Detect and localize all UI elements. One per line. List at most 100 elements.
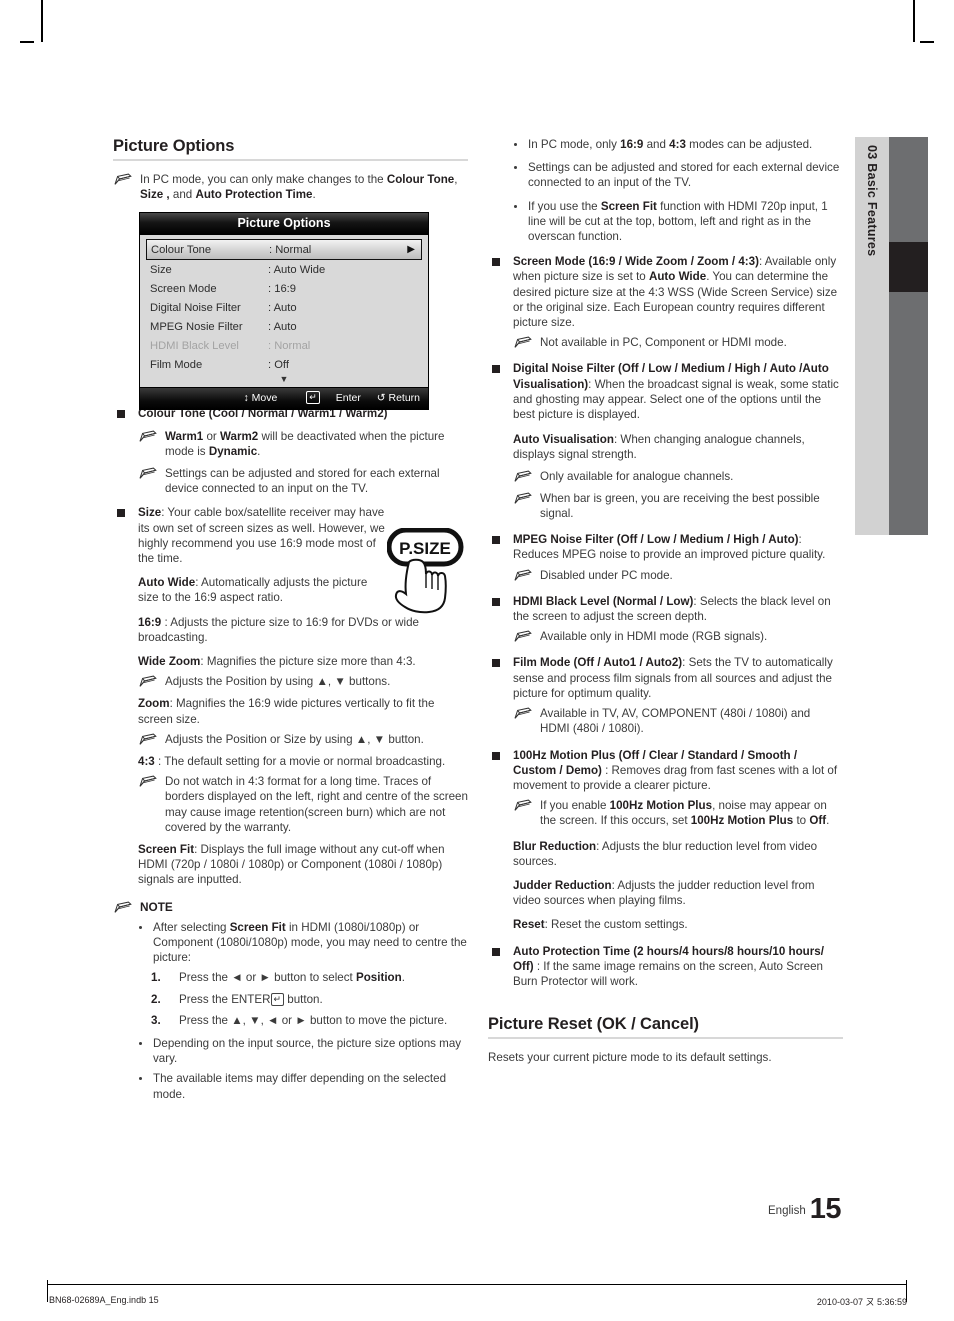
- osd-value: : Auto: [268, 320, 297, 333]
- screen-mode-bold: Screen Mode (16:9 / Wide Zoom / Zoom / 4…: [513, 255, 759, 269]
- osd-row-size[interactable]: Size : Auto Wide: [146, 260, 422, 279]
- intro-note-b1: Colour Tone: [386, 173, 455, 186]
- osd-footer: ↕ Move ↵ Enter ↺ Return: [140, 387, 428, 409]
- osd-label: Colour Tone: [151, 243, 212, 256]
- pencil-note-icon: [138, 430, 158, 443]
- step2-t1: Press the ENTER: [179, 992, 271, 1006]
- square-bullet-icon: [492, 947, 500, 956]
- right-bullet-3: If you use the Screen Fit function with …: [508, 199, 843, 245]
- size-text: : Your cable box/satellite receiver may …: [138, 506, 385, 566]
- zoom-text: : Magnifies the 16:9 wide pictures verti…: [138, 697, 435, 726]
- osd-row-screen-mode[interactable]: Screen Mode : 16:9: [146, 279, 422, 298]
- tv-osd-picture-options: Picture Options Colour Tone : Normal ▶ S…: [139, 212, 429, 410]
- osd-enter-hint: ↵ Enter: [293, 391, 361, 404]
- osd-move-hint: ↕ Move: [243, 392, 278, 404]
- chevron-right-icon[interactable]: ▶: [407, 244, 417, 255]
- enter-key-icon: ↵: [306, 391, 320, 404]
- pencil-note-icon: [138, 775, 158, 788]
- title-rule: [113, 159, 468, 161]
- pencil-note-icon: [138, 675, 158, 688]
- rb3-b1: Screen Fit: [600, 199, 657, 213]
- fm-bold: Film Mode (Off / Auto1 / Auto2): [513, 656, 683, 670]
- right-column: In PC mode, only 16:9 and 4:3 modes can …: [488, 137, 843, 1074]
- step3-t1: Press the ▲, ▼, ◄ or ► button to move th…: [179, 1013, 448, 1027]
- footer-file-name: BN68-02689A_Eng.indb 15: [49, 1295, 159, 1305]
- osd-row-digital-noise-filter[interactable]: Digital Noise Filter : Auto: [146, 298, 422, 317]
- hbl-note-text: Available only in HDMI mode (RGB signals…: [540, 630, 768, 644]
- crop-mark-top-left-horizontal: [20, 41, 34, 43]
- osd-value: : Normal: [269, 243, 312, 256]
- right-bullet-1: In PC mode, only 16:9 and 4:3 modes can …: [508, 137, 843, 152]
- osd-label: Screen Mode: [150, 282, 217, 295]
- mp-note-t1: If you enable: [540, 799, 610, 813]
- picture-reset-text: Resets your current picture mode to its …: [488, 1051, 772, 1065]
- note-label: NOTE: [140, 899, 173, 914]
- hbl-bold: HDMI Black Level (Normal / Low): [513, 594, 694, 608]
- mpeg-note: Disabled under PC mode.: [513, 568, 843, 583]
- osd-row-colour-tone[interactable]: Colour Tone : Normal ▶: [146, 239, 422, 260]
- chapter-bar: [889, 137, 928, 535]
- square-bullet-icon: [117, 410, 125, 419]
- psize-button-illustration: P.SIZE: [386, 527, 483, 628]
- mp-note: If you enable 100Hz Motion Plus, noise m…: [513, 798, 843, 828]
- hbl-note: Available only in HDMI mode (RGB signals…: [513, 629, 843, 644]
- wide-zoom-para: Wide Zoom: Magnifies the picture size mo…: [138, 654, 468, 669]
- ct-n1-b2: Warm2: [220, 429, 259, 443]
- pencil-note-icon: [513, 336, 533, 349]
- chapter-tab-label: 03 Basic Features: [855, 145, 889, 256]
- pencil-note-icon: [113, 173, 133, 186]
- mp-note-t4: .: [826, 814, 830, 828]
- page-number: 15: [809, 1193, 842, 1225]
- osd-value: : Auto: [268, 301, 297, 314]
- nb1-b1: Screen Fit: [229, 920, 286, 934]
- osd-title: Picture Options: [140, 213, 428, 235]
- section-colour-tone: Colour Tone (Cool / Normal / Warm1 / War…: [113, 406, 468, 496]
- auto-wide-bold: Auto Wide: [138, 576, 196, 590]
- osd-row-mpeg-noise-filter[interactable]: MPEG Nosie Filter : Auto: [146, 317, 422, 336]
- mp-note-b2: 100Hz Motion Plus: [690, 814, 794, 828]
- section-motion-plus: 100Hz Motion Plus (Off / Clear / Standar…: [488, 748, 843, 794]
- four-three-note-text: Do not watch in 4:3 format for a long ti…: [165, 775, 468, 834]
- note-step-1: 1. Press the ◄ or ► button to select Pos…: [133, 970, 468, 985]
- screen-mode-note-text: Not available in PC, Component or HDMI m…: [540, 336, 787, 350]
- rb3-t1: If you use the: [528, 199, 601, 213]
- chapter-number: 03: [865, 145, 879, 160]
- rb1-t2: and: [643, 138, 670, 151]
- wide-zoom-note-text: Adjusts the Position by using ▲, ▼ butto…: [165, 675, 391, 689]
- square-bullet-icon: [492, 659, 500, 668]
- note-bullet-2: Depending on the input source, the pictu…: [133, 1036, 468, 1066]
- wide-zoom-text: : Magnifies the picture size more than 4…: [200, 655, 416, 669]
- section-mpeg-noise-filter: MPEG Noise Filter (Off / Low / Medium / …: [488, 532, 843, 562]
- zoom-note: Adjusts the Position or Size by using ▲,…: [138, 732, 468, 747]
- osd-row-film-mode[interactable]: Film Mode : Off: [146, 355, 422, 374]
- intro-note-b2: Size ,: [140, 188, 170, 202]
- apt-text: : If the same image remains on the scree…: [513, 959, 823, 988]
- square-bullet-icon: [492, 597, 500, 606]
- intro-note-t1: In PC mode, you can only make changes to…: [140, 173, 387, 186]
- pencil-note-icon: [113, 901, 133, 914]
- manual-page: 03 Basic Features Picture Options In PC …: [0, 0, 954, 1321]
- rb2-t1: Settings can be adjusted and stored for …: [528, 161, 840, 190]
- section-digital-noise-filter: Digital Noise Filter (Off / Low / Medium…: [488, 361, 843, 422]
- osd-label: MPEG Nosie Filter: [150, 320, 243, 333]
- fm-note-text: Available in TV, AV, COMPONENT (480i / 1…: [540, 707, 811, 736]
- four-three-para: 4:3 : The default setting for a movie or…: [138, 754, 468, 769]
- size-bold: Size: [138, 506, 162, 520]
- zoom-para: Zoom: Magnifies the 16:9 wide pictures v…: [138, 696, 468, 726]
- intro-note-b3: Auto Protection Time: [195, 188, 313, 202]
- colour-tone-note-1: Warm1 or Warm2 will be deactivated when …: [138, 429, 468, 459]
- step1-t1: Press the ◄ or ► button to select: [179, 971, 356, 985]
- sixteen-nine-text: : Adjusts the picture size to 16:9 for D…: [138, 615, 419, 644]
- mpeg-bold: MPEG Noise Filter (Off / Low / Medium / …: [513, 533, 799, 547]
- dnf-note-2-text: When bar is green, you are receiving the…: [540, 491, 820, 521]
- four-three-text: : The default setting for a movie or nor…: [154, 755, 446, 769]
- pencil-note-icon: [513, 707, 533, 720]
- square-bullet-icon: [492, 258, 500, 267]
- section-film-mode: Film Mode (Off / Auto1 / Auto2): Sets th…: [488, 655, 843, 701]
- osd-value: : Normal: [268, 339, 311, 352]
- right-bullet-2: Settings can be adjusted and stored for …: [508, 160, 843, 190]
- osd-scroll-down-icon[interactable]: ▼: [146, 374, 422, 387]
- osd-enter-label: Enter: [335, 392, 361, 404]
- square-bullet-icon: [117, 509, 125, 518]
- intro-note: In PC mode, you can only make changes to…: [113, 172, 468, 202]
